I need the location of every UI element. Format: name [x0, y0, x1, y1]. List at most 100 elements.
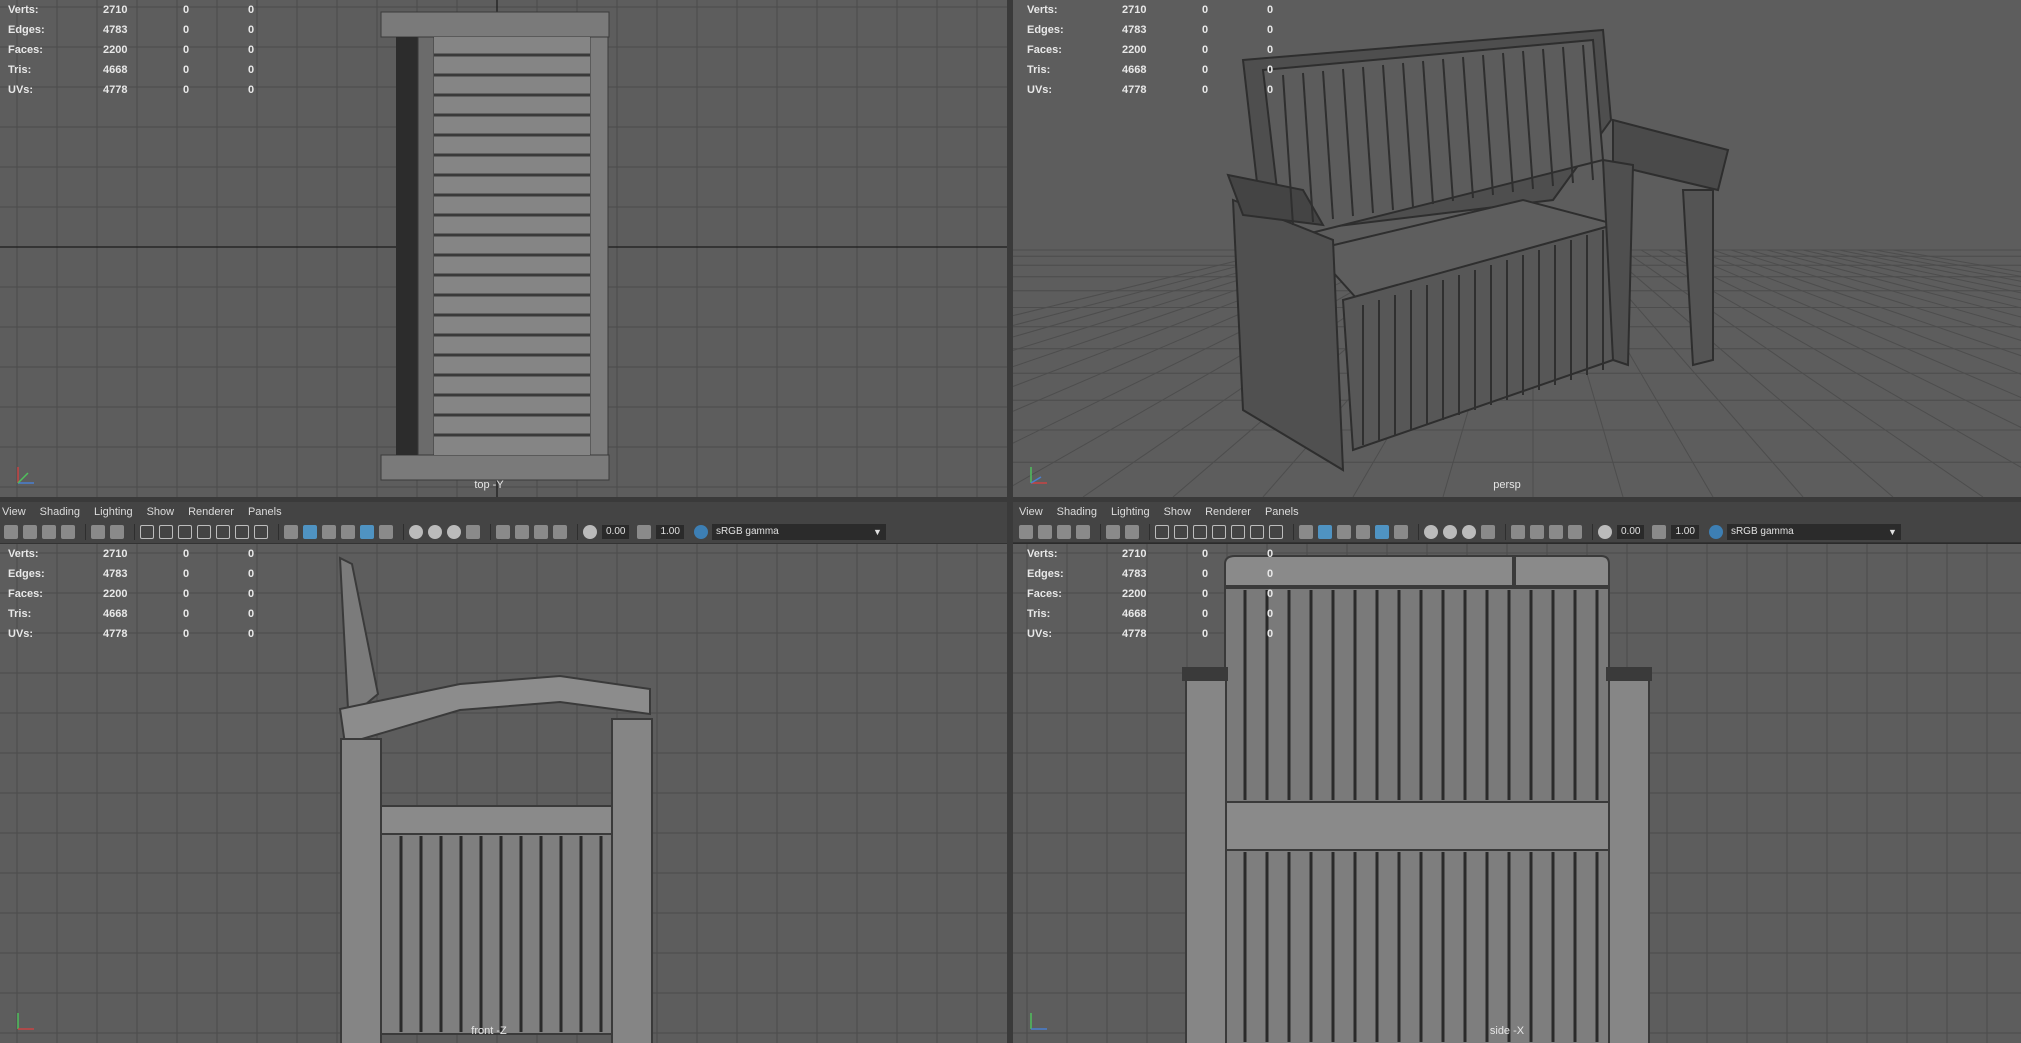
menu-panels[interactable]: Panels — [248, 506, 282, 518]
resolution-gate-icon[interactable] — [1193, 524, 1207, 539]
panel-menu-bar: View Shading Lighting Show Renderer Pane… — [1013, 502, 2021, 522]
panel-divider-horizontal[interactable] — [0, 497, 2021, 502]
safe-title-icon[interactable] — [1269, 524, 1283, 539]
xray-joints-icon[interactable] — [1568, 524, 1582, 539]
menu-shading[interactable]: Shading — [1057, 506, 1097, 518]
image-plane-icon[interactable] — [61, 525, 75, 539]
camera-attributes-icon[interactable] — [1038, 524, 1052, 539]
image-plane-icon[interactable] — [1076, 524, 1090, 539]
2d-pan-icon[interactable] — [110, 525, 124, 539]
smooth-shade-icon[interactable] — [1318, 524, 1332, 539]
colorspace-icon[interactable] — [1708, 524, 1723, 539]
grid-icon[interactable] — [1155, 524, 1169, 539]
wireframe-on-shaded-icon[interactable] — [341, 525, 355, 539]
panel-toolbar: 0.00 1.00 sRGB gamma ▼ — [1013, 521, 2021, 543]
bench-top-view — [380, 11, 610, 481]
menu-lighting[interactable]: Lighting — [1111, 506, 1150, 518]
menu-lighting[interactable]: Lighting — [94, 506, 133, 518]
axis-gizmo-icon — [17, 1013, 34, 1030]
gamma-field[interactable]: 1.00 — [656, 525, 684, 539]
colorspace-dropdown[interactable]: sRGB gamma ▼ — [1726, 523, 1901, 540]
gamma-icon[interactable] — [637, 525, 652, 539]
xray-joints-icon[interactable] — [553, 525, 567, 539]
shadow-icon[interactable] — [409, 525, 423, 539]
colorspace-icon[interactable] — [693, 525, 708, 539]
wireframe-icon[interactable] — [1299, 524, 1313, 539]
gamma-icon[interactable] — [1652, 524, 1667, 539]
menu-show[interactable]: Show — [147, 506, 175, 518]
viewport-persp[interactable]: Verts: 2710 0 0 Edges: 4783 0 0 Faces: 2200 0 0 T… — [1013, 0, 2021, 497]
chevron-down-icon: ▼ — [873, 527, 882, 537]
axis-gizmo-icon — [1030, 1013, 1047, 1030]
field-chart-icon[interactable] — [216, 525, 230, 539]
texture-icon[interactable] — [1375, 524, 1389, 539]
camera-icon[interactable] — [1019, 524, 1033, 539]
exposure-icon[interactable] — [583, 525, 597, 539]
poly-count-hud: Verts: 2710 0 0 Edges: 4783 0 0 Faces: 2200 0 0 T… — [1027, 548, 1274, 640]
grid-icon[interactable] — [140, 525, 154, 539]
bookmark-icon[interactable] — [42, 525, 56, 539]
anti-aliasing-icon[interactable] — [466, 525, 480, 539]
anti-aliasing-icon[interactable] — [1481, 524, 1495, 539]
gamma-field[interactable]: 1.00 — [1671, 524, 1699, 539]
gate-mask-icon[interactable] — [1212, 524, 1226, 539]
field-chart-icon[interactable] — [1231, 524, 1245, 539]
2d-pan-icon[interactable] — [1125, 524, 1139, 539]
viewport-label: front -Z — [471, 1025, 507, 1037]
bookmark-icon[interactable] — [1057, 524, 1071, 539]
camera-icon[interactable] — [4, 525, 18, 539]
viewport-top[interactable]: Verts: 2710 0 0 Edges: 4783 0 0 Faces: 2200 0 0 T… — [0, 0, 1007, 497]
light-icon[interactable] — [379, 525, 393, 539]
safe-title-icon[interactable] — [254, 525, 268, 539]
menu-renderer[interactable]: Renderer — [1205, 506, 1251, 518]
screen-space-ao-icon[interactable] — [428, 525, 442, 539]
screen-space-ao-icon[interactable] — [1443, 524, 1457, 539]
isolate-icon[interactable] — [1511, 524, 1525, 539]
viewport-side[interactable]: Verts: 2710 0 0 Edges: 4783 0 0 Faces: 2200 0 0 T… — [1013, 544, 2021, 1043]
safe-action-icon[interactable] — [235, 525, 249, 539]
motion-blur-icon[interactable] — [1462, 524, 1476, 539]
default-material-icon[interactable] — [1337, 524, 1351, 539]
viewport-label: top -Y — [474, 479, 504, 491]
texture-icon[interactable] — [360, 525, 374, 539]
smooth-shade-icon[interactable] — [303, 525, 317, 539]
panel-menu-bar: View Shading Lighting Show Renderer Pane… — [0, 502, 1009, 522]
axis-gizmo-icon — [1030, 467, 1047, 484]
menu-shading[interactable]: Shading — [40, 506, 80, 518]
light-icon[interactable] — [1394, 524, 1408, 539]
viewport-front[interactable]: Verts: 2710 0 0 Edges: 4783 0 0 Faces: 2200 0 0 T… — [0, 544, 1007, 1043]
grease-pencil-icon[interactable] — [91, 525, 105, 539]
viewport-label: side -X — [1489, 1025, 1525, 1037]
gate-mask-icon[interactable] — [197, 525, 211, 539]
chevron-down-icon: ▼ — [1888, 526, 1897, 537]
exposure-icon[interactable] — [1598, 524, 1612, 539]
resolution-gate-icon[interactable] — [178, 525, 192, 539]
poly-count-hud: Verts: 2710 0 0 Edges: 4783 0 0 Faces: 2200 0 0 T… — [1027, 4, 1274, 96]
motion-blur-icon[interactable] — [447, 525, 461, 539]
wireframe-icon[interactable] — [284, 525, 298, 539]
xray-active-icon[interactable] — [534, 525, 548, 539]
xray-active-icon[interactable] — [1549, 524, 1563, 539]
panel-divider-vertical[interactable] — [1007, 0, 1013, 1043]
menu-panels[interactable]: Panels — [1265, 506, 1299, 518]
film-gate-icon[interactable] — [1174, 524, 1188, 539]
grease-pencil-icon[interactable] — [1106, 524, 1120, 539]
safe-action-icon[interactable] — [1250, 524, 1264, 539]
isolate-icon[interactable] — [496, 525, 510, 539]
menu-view[interactable]: View — [2, 506, 26, 518]
default-material-icon[interactable] — [322, 525, 336, 539]
poly-count-hud: Verts: 2710 0 0 Edges: 4783 0 0 Faces: 2200 0 0 T… — [8, 548, 255, 640]
shadow-icon[interactable] — [1424, 524, 1438, 539]
xray-icon[interactable] — [1530, 524, 1544, 539]
colorspace-dropdown[interactable]: sRGB gamma ▼ — [711, 524, 886, 540]
film-gate-icon[interactable] — [159, 525, 173, 539]
menu-view[interactable]: View — [1019, 506, 1043, 518]
exposure-field[interactable]: 0.00 — [1617, 524, 1645, 539]
menu-renderer[interactable]: Renderer — [188, 506, 234, 518]
xray-icon[interactable] — [515, 525, 529, 539]
exposure-field[interactable]: 0.00 — [602, 525, 630, 539]
menu-show[interactable]: Show — [1164, 506, 1192, 518]
camera-attributes-icon[interactable] — [23, 525, 37, 539]
wireframe-on-shaded-icon[interactable] — [1356, 524, 1370, 539]
axis-gizmo-icon — [17, 467, 34, 484]
